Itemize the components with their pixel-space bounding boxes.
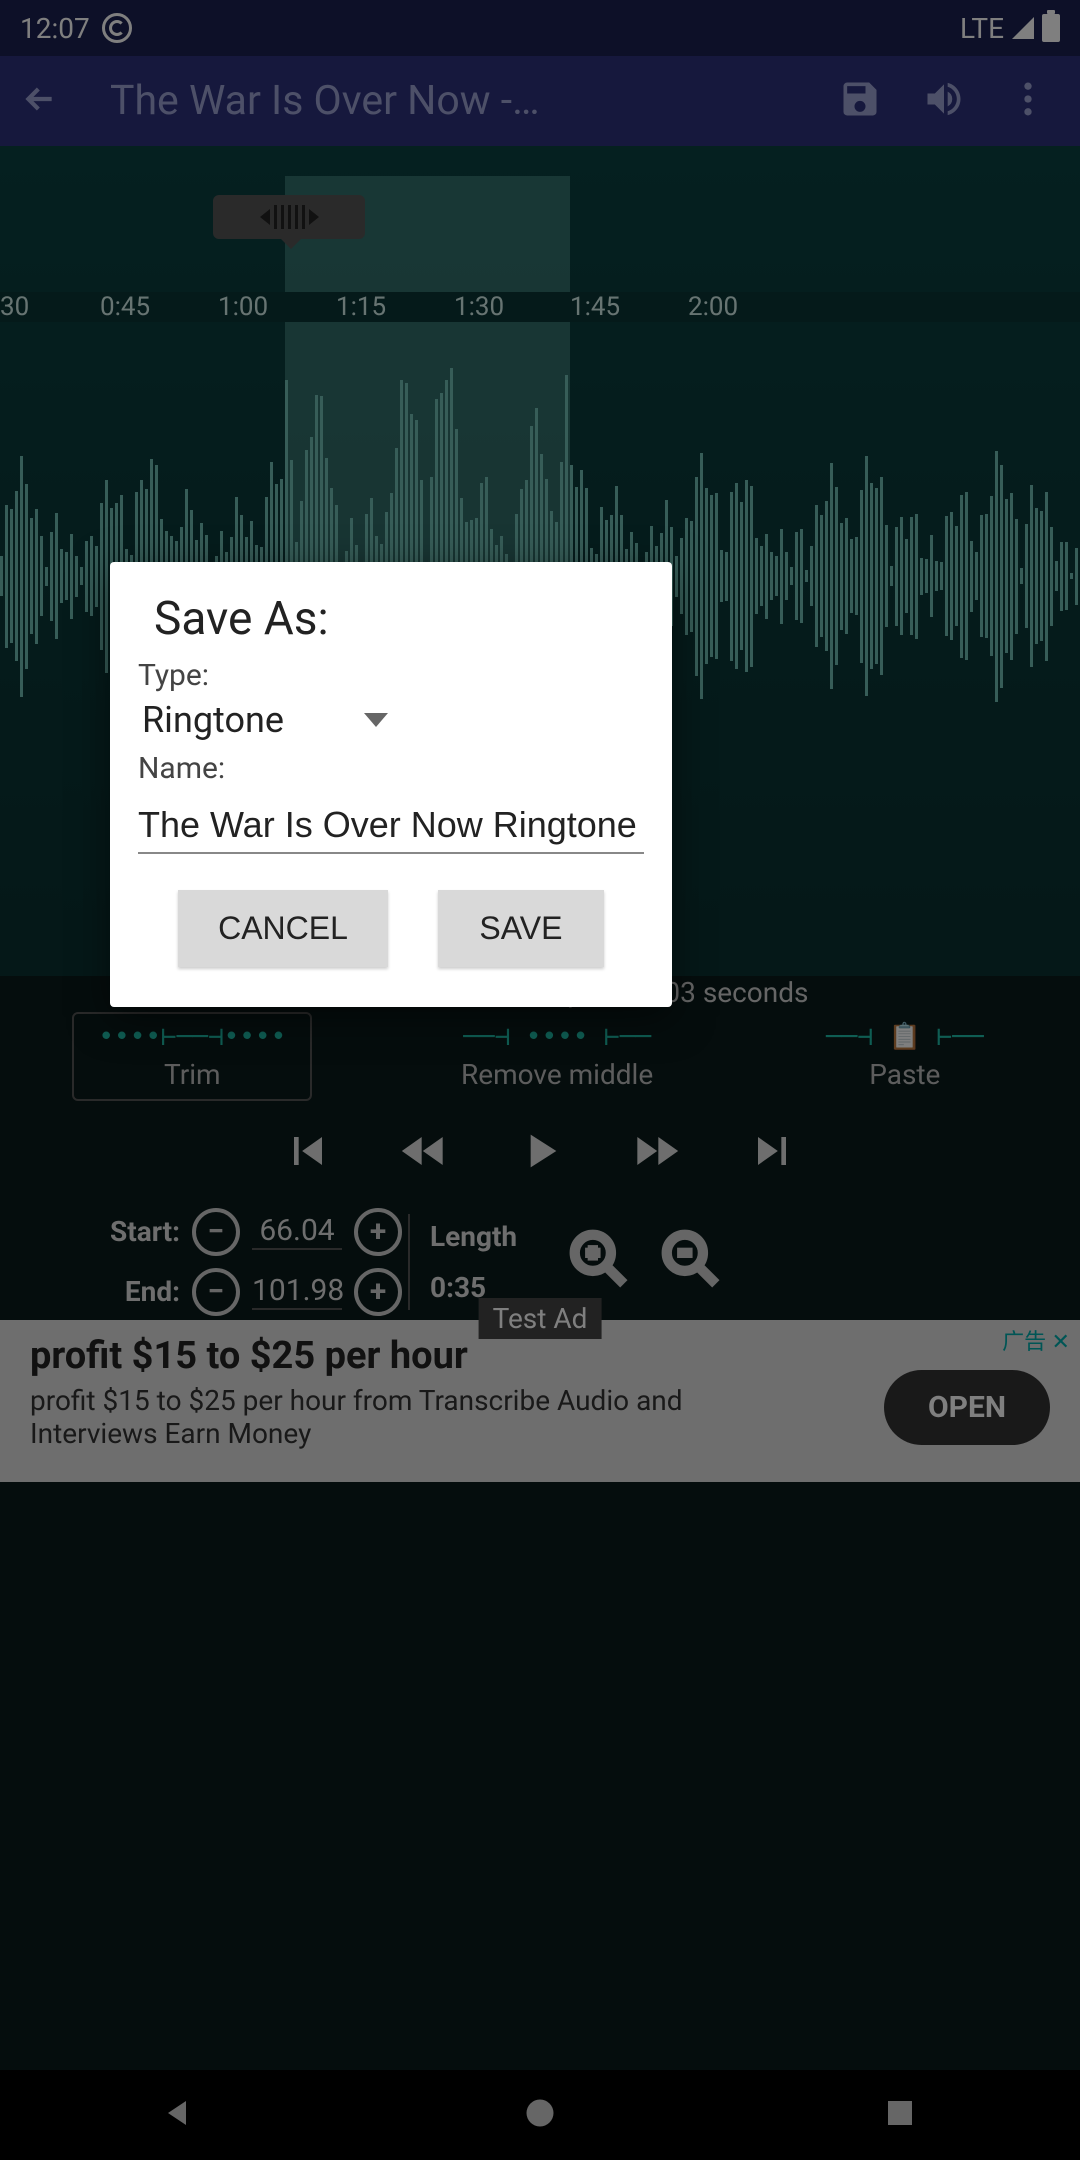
type-label: Type:: [138, 658, 644, 693]
cancel-button[interactable]: CANCEL: [178, 890, 388, 967]
name-input[interactable]: [138, 804, 644, 846]
type-value: Ringtone: [142, 699, 284, 741]
chevron-down-icon: [364, 713, 388, 727]
dialog-title: Save As:: [138, 592, 644, 646]
save-as-dialog: Save As: Type: Ringtone Name: CANCEL SAV…: [110, 562, 672, 1007]
name-label: Name:: [138, 751, 644, 786]
modal-overlay[interactable]: [0, 0, 1080, 2160]
save-button[interactable]: SAVE: [438, 890, 604, 967]
type-dropdown[interactable]: Ringtone: [138, 693, 644, 751]
